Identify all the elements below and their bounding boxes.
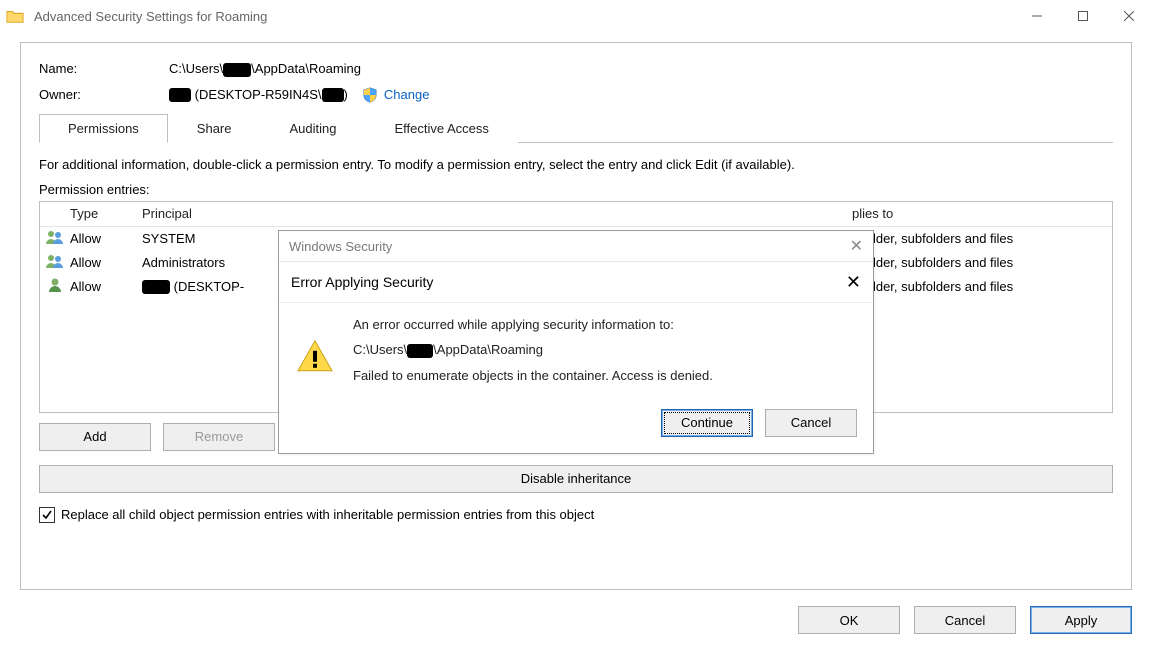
owner-label: Owner:	[39, 87, 169, 102]
info-text: For additional information, double-click…	[39, 157, 1113, 172]
close-button[interactable]	[1106, 0, 1152, 32]
checkbox-icon[interactable]	[39, 507, 55, 523]
tab-effective-access[interactable]: Effective Access	[365, 114, 517, 143]
folder-icon	[6, 8, 24, 24]
col-type[interactable]: Type	[68, 206, 142, 221]
users-icon	[44, 253, 66, 269]
tabs: Permissions Share Auditing Effective Acc…	[39, 113, 1113, 143]
minimize-button[interactable]	[1014, 0, 1060, 32]
entries-label: Permission entries:	[39, 182, 1113, 197]
security-title: Windows Security	[289, 239, 392, 254]
tab-auditing[interactable]: Auditing	[261, 114, 366, 143]
close-icon[interactable]: ✕	[846, 272, 861, 293]
security-header: Error Applying Security ✕	[279, 262, 873, 303]
close-icon[interactable]: ✕	[850, 236, 863, 256]
security-line3: Failed to enumerate objects in the conta…	[353, 368, 713, 383]
redacted-icon	[407, 344, 433, 358]
cancel-button[interactable]: Cancel	[914, 606, 1016, 634]
tab-share[interactable]: Share	[168, 114, 261, 143]
col-applies[interactable]: plies to	[852, 206, 1112, 221]
shield-icon	[362, 87, 378, 103]
window-title: Advanced Security Settings for Roaming	[34, 9, 267, 24]
change-owner-link[interactable]: Change	[384, 87, 430, 102]
security-subtitle: Error Applying Security	[291, 274, 433, 290]
titlebar: Advanced Security Settings for Roaming	[0, 0, 1152, 32]
windows-security-dialog: Windows Security ✕ Error Applying Securi…	[278, 230, 874, 454]
disable-inheritance-button[interactable]: Disable inheritance	[39, 465, 1113, 493]
redacted-icon	[169, 88, 191, 102]
add-button[interactable]: Add	[39, 423, 151, 451]
security-titlebar: Windows Security ✕	[279, 231, 873, 262]
dialog-footer: OK Cancel Apply	[798, 606, 1132, 634]
redacted-icon	[142, 280, 170, 294]
security-path: C:\Users\\AppData\Roaming	[353, 342, 713, 358]
col-principal[interactable]: Principal	[142, 206, 312, 221]
redacted-icon	[322, 88, 344, 102]
name-value: C:\Users\\AppData\Roaming	[169, 61, 361, 77]
warning-icon	[295, 321, 335, 393]
continue-button[interactable]: Continue	[661, 409, 753, 437]
owner-row: Owner: (DESKTOP-R59IN4S\) Change	[39, 87, 1113, 103]
remove-button[interactable]: Remove	[163, 423, 275, 451]
security-line1: An error occurred while applying securit…	[353, 317, 713, 332]
security-footer: Continue Cancel	[279, 401, 873, 453]
security-message: An error occurred while applying securit…	[353, 317, 713, 393]
redacted-icon	[223, 63, 251, 77]
replace-checkbox-label: Replace all child object permission entr…	[61, 507, 594, 522]
entries-header: Type Principal plies to	[40, 202, 1112, 227]
name-label: Name:	[39, 61, 169, 76]
replace-checkbox-row[interactable]: Replace all child object permission entr…	[39, 507, 1113, 523]
ok-button[interactable]: OK	[798, 606, 900, 634]
apply-button[interactable]: Apply	[1030, 606, 1132, 634]
advanced-security-window: Advanced Security Settings for Roaming N…	[0, 0, 1152, 648]
tab-permissions[interactable]: Permissions	[39, 114, 168, 143]
cancel-button[interactable]: Cancel	[765, 409, 857, 437]
user-icon	[44, 277, 66, 293]
owner-value: (DESKTOP-R59IN4S\)	[169, 87, 348, 103]
users-icon	[44, 229, 66, 245]
maximize-button[interactable]	[1060, 0, 1106, 32]
name-row: Name: C:\Users\\AppData\Roaming	[39, 61, 1113, 77]
